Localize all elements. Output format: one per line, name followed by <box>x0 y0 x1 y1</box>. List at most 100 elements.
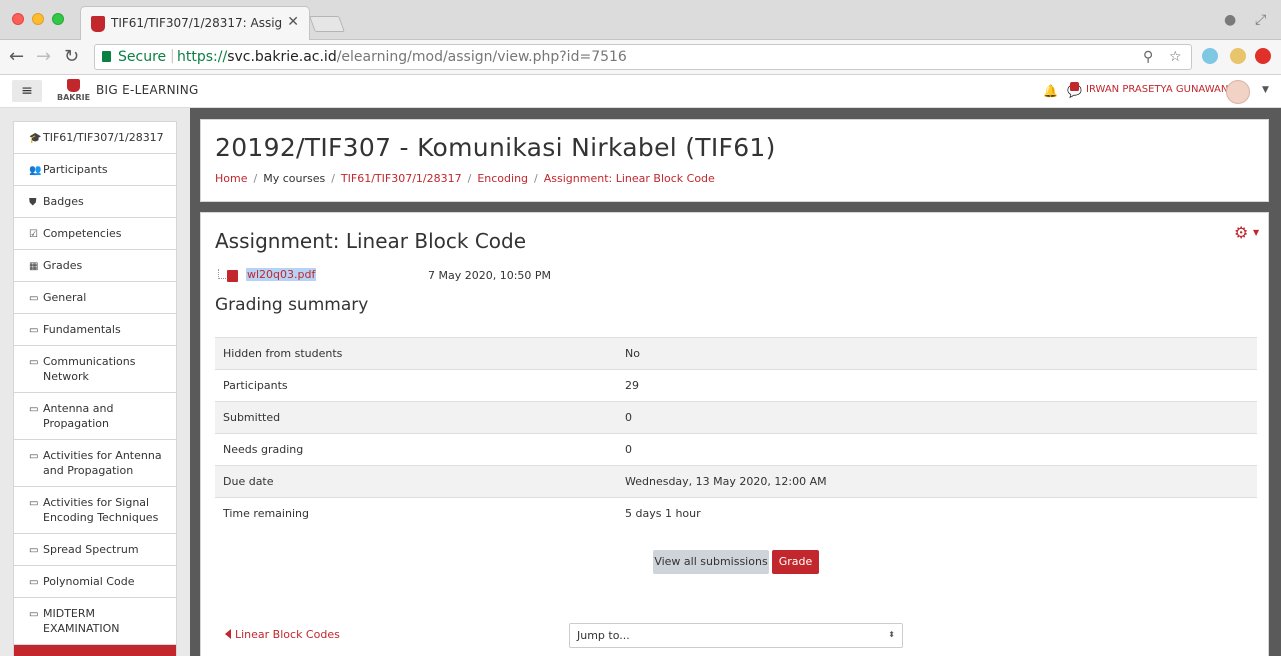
back-icon[interactable]: ← <box>9 46 24 67</box>
sidebar-item[interactable]: ▭ Antenna and Propagation <box>13 392 177 439</box>
zoom-icon[interactable]: ⚲ <box>1143 49 1153 65</box>
sidebar-item[interactable]: ▭ Activities for Antenna and Propagation <box>13 439 177 486</box>
sidebar-item-label: TIF61/TIF307/1/28317 <box>43 131 164 144</box>
file-link[interactable]: wl20q03.pdf <box>246 268 317 281</box>
breadcrumb-item[interactable]: Home <box>215 172 247 185</box>
row-label: Hidden from students <box>215 337 617 370</box>
gear-icon[interactable]: ⚙ <box>1234 223 1248 242</box>
table-row: Due date Wednesday, 13 May 2020, 12:00 AM <box>215 465 1257 498</box>
sidebar-item[interactable]: ▭ Fundamentals <box>13 313 177 345</box>
sidebar-item-label: Polynomial Code <box>43 575 135 588</box>
row-value: Wednesday, 13 May 2020, 12:00 AM <box>617 465 1257 498</box>
tab-title: TIF61/TIF307/1/28317: Assig <box>111 16 283 30</box>
jump-to-select[interactable]: Jump to... ⬍ <box>569 623 903 648</box>
caret-left-icon <box>225 629 231 639</box>
sidebar-item-label: Activities for Signal Encoding Technique… <box>43 496 159 524</box>
chevron-down-icon[interactable]: ▼ <box>1253 228 1259 237</box>
page-header: 20192/TIF307 - Komunikasi Nirkabel (TIF6… <box>200 119 1269 202</box>
site-logo[interactable]: BAKRIE <box>57 79 93 105</box>
tab-close-icon[interactable]: ✕ <box>287 14 299 30</box>
hamburger-icon[interactable]: ≡ <box>12 80 42 102</box>
new-tab-button[interactable] <box>309 16 345 32</box>
previous-activity-link[interactable]: Linear Block Codes <box>225 628 340 641</box>
view-all-submissions-button[interactable]: View all submissions <box>653 550 769 574</box>
address-bar[interactable]: Secure | https://svc.bakrie.ac.id/elearn… <box>94 44 1192 70</box>
previous-activity-label: Linear Block Codes <box>235 628 340 641</box>
browser-toolbar: ← → ↻ Secure | https://svc.bakrie.ac.id/… <box>0 40 1281 75</box>
sidebar-item-label: Communications Network <box>43 355 136 383</box>
main-region: Assignment: Linear Block Code ⚙ ▼ wl20q0… <box>200 212 1269 656</box>
breadcrumb-item: My courses <box>263 172 326 185</box>
user-name[interactable]: IRWAN PRASETYA GUNAWAN <box>1086 84 1228 95</box>
site-name[interactable]: BIG E-LEARNING <box>96 83 199 97</box>
table-row: Time remaining 5 days 1 hour <box>215 497 1257 530</box>
folder-icon: ▭ <box>29 404 39 415</box>
row-value: No <box>617 337 1257 370</box>
sidebar-item-label: Spread Spectrum <box>43 543 139 556</box>
breadcrumb-separator: / <box>331 172 335 185</box>
breadcrumb-item[interactable]: TIF61/TIF307/1/28317 <box>341 172 462 185</box>
avatar[interactable] <box>1226 80 1250 104</box>
browser-tab[interactable]: TIF61/TIF307/1/28317: Assig ✕ <box>80 6 310 40</box>
check-square-icon: ☑ <box>29 229 38 240</box>
folder-icon: ▭ <box>29 498 39 509</box>
row-label: Due date <box>215 465 617 498</box>
sidebar-item[interactable]: ▭ Polynomial Code <box>13 565 177 597</box>
table-row: Participants 29 <box>215 369 1257 402</box>
lock-icon <box>102 51 111 62</box>
sidebar-item[interactable]: ▭ MIDTERM EXAMINATION <box>13 597 177 644</box>
breadcrumb-item[interactable]: Encoding <box>477 172 528 185</box>
sidebar-item[interactable]: ▭ Communications Network <box>13 345 177 392</box>
row-value: 0 <box>617 433 1257 466</box>
sidebar-item[interactable]: 👥 Participants <box>13 153 177 185</box>
breadcrumb-separator: / <box>467 172 472 185</box>
profile-icon[interactable]: ● <box>1224 12 1236 28</box>
favicon-icon <box>91 16 105 32</box>
folder-icon: ▭ <box>29 609 39 620</box>
row-value: 0 <box>617 401 1257 434</box>
bell-icon[interactable]: 🔔 <box>1043 84 1058 98</box>
sidebar-item-label: Badges <box>43 195 84 208</box>
sidebar-item[interactable]: ▭ General <box>13 281 177 313</box>
sidebar-item[interactable]: ☑ Competencies <box>13 217 177 249</box>
sidebar-item-label: MIDTERM EXAMINATION <box>43 607 120 635</box>
jump-to-value: Jump to... <box>577 629 630 642</box>
sidebar-item[interactable]: ▭ Activities for Signal Encoding Techniqu… <box>13 486 177 533</box>
bookmark-star-icon[interactable]: ☆ <box>1169 49 1182 65</box>
row-label: Submitted <box>215 401 617 434</box>
sidebar-item[interactable]: ▦ Grades <box>13 249 177 281</box>
extension-icon[interactable] <box>1255 48 1271 64</box>
maximize-window-button[interactable] <box>52 13 64 25</box>
table-row: Hidden from students No <box>215 337 1257 370</box>
minimize-window-button[interactable] <box>32 13 44 25</box>
folder-icon: ▭ <box>29 545 39 556</box>
sidebar-item-label: Fundamentals <box>43 323 121 336</box>
sidebar-item[interactable]: ▭ Spread Spectrum <box>13 533 177 565</box>
logo-text: BAKRIE <box>57 93 91 102</box>
reload-icon[interactable]: ↻ <box>64 46 79 67</box>
grade-button[interactable]: Grade <box>772 550 819 574</box>
folder-icon: ▭ <box>29 357 39 368</box>
sidebar-item-label: Participants <box>43 163 108 176</box>
fullscreen-icon[interactable]: ⤢ <box>1255 12 1266 28</box>
forward-icon[interactable]: → <box>36 46 51 67</box>
sidebar-item-label: Grades <box>43 259 83 272</box>
extension-icon[interactable] <box>1202 48 1218 64</box>
breadcrumb-item[interactable]: Assignment: Linear Block Code <box>544 172 715 185</box>
chevron-down-icon[interactable]: ▼ <box>1262 85 1269 95</box>
table-icon: ▦ <box>29 261 39 272</box>
sidebar-item-label: General <box>43 291 87 304</box>
sidebar-item[interactable]: ⛊ Badges <box>13 185 177 217</box>
page-title: 20192/TIF307 - Komunikasi Nirkabel (TIF6… <box>215 133 776 162</box>
row-value: 29 <box>617 369 1257 402</box>
url-text[interactable]: https://svc.bakrie.ac.id/elearning/mod/a… <box>177 49 627 65</box>
table-row: Submitted 0 <box>215 401 1257 434</box>
close-window-button[interactable] <box>12 13 24 25</box>
extension-icon[interactable] <box>1230 48 1246 64</box>
sidebar-item[interactable]: ▭Encoding <box>13 644 177 656</box>
message-count-badge <box>1070 82 1079 91</box>
sidebar-item[interactable]: 🎓 TIF61/TIF307/1/28317 <box>13 121 177 153</box>
breadcrumb-separator: / <box>253 172 258 185</box>
folder-icon: ▭ <box>29 577 39 588</box>
sidebar-item-label: Activities for Antenna and Propagation <box>43 449 162 477</box>
